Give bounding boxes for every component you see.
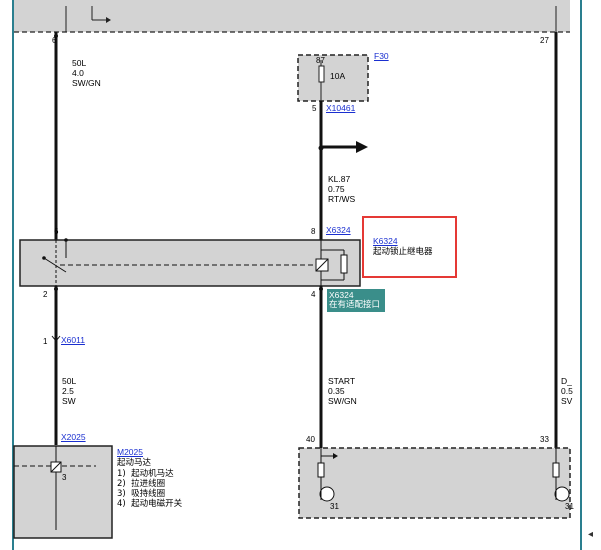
pin-bottom-center: 40 bbox=[306, 435, 315, 444]
connector-x6011-link[interactable]: X6011 bbox=[61, 335, 85, 345]
wire-right-lower-size: 0.35 bbox=[328, 386, 345, 396]
pin-top-right: 27 bbox=[540, 36, 549, 45]
connector-x6011-pin: 1 bbox=[43, 337, 48, 346]
wire-right-upper-code: KL.87 bbox=[328, 174, 351, 184]
branch-arrowhead bbox=[356, 141, 368, 153]
starter-part-2: 2) 拉进线圈 bbox=[117, 479, 166, 489]
ground-right-symbol bbox=[554, 486, 570, 502]
connector-x6324-bottom-highlight[interactable]: X6324 在有适配接口 bbox=[327, 289, 385, 312]
wire-right-upper-size: 0.75 bbox=[328, 184, 345, 194]
starter-name: 起动马达 bbox=[117, 458, 152, 468]
relay-resistor bbox=[340, 254, 348, 274]
wire-right-upper-color: RT/WS bbox=[328, 194, 356, 204]
wire-left-lower-code: 50L bbox=[62, 376, 77, 386]
relay-pin-bottom-left: 2 bbox=[43, 290, 48, 299]
starter-id-link[interactable]: M2025 bbox=[117, 447, 143, 457]
wire-left-upper-code: 50L bbox=[72, 58, 87, 68]
relay-box bbox=[19, 239, 361, 287]
pin-top-left: 6 bbox=[52, 36, 57, 45]
connector-x6324-top-pin: 8 bbox=[311, 227, 316, 236]
connector-x2025-link[interactable]: X2025 bbox=[61, 432, 86, 442]
wire-far-right-code: D_ bbox=[561, 376, 572, 386]
pin-bottom-right: 33 bbox=[540, 435, 549, 444]
starter-box bbox=[13, 445, 113, 539]
bottom-module-resistor-right bbox=[552, 462, 560, 478]
wire-left-lower-size: 2.5 bbox=[62, 386, 74, 396]
relay-id-link[interactable]: K6324 bbox=[373, 236, 398, 246]
connector-x6324-bottom-note: 在有适配接口 bbox=[329, 300, 381, 310]
starter-part-4: 4) 起动电磁开关 bbox=[117, 499, 183, 509]
wire-left-upper-color: SW/GN bbox=[72, 78, 101, 88]
wire-left-upper-size: 4.0 bbox=[72, 68, 84, 78]
ground-left-label: 31 bbox=[330, 502, 339, 511]
scroll-left-arrow[interactable]: ◂ bbox=[588, 528, 600, 542]
ground-right-label: 31 bbox=[565, 502, 574, 511]
fuse-id-link[interactable]: F30 bbox=[374, 51, 389, 61]
right-frame-border bbox=[580, 0, 601, 550]
connector-x10461-pin: 5 bbox=[312, 104, 317, 113]
wire-right-lower-color: SW/GN bbox=[328, 396, 357, 406]
fuse-rating: 10A bbox=[330, 71, 346, 81]
bottom-module bbox=[298, 447, 571, 519]
starter-pin: 3 bbox=[62, 473, 67, 482]
starter-part-1: 1) 起动机马达 bbox=[117, 469, 174, 479]
ground-left-symbol bbox=[319, 486, 335, 502]
wire-far-right-color: SV bbox=[561, 396, 573, 406]
connector-x6324-bottom-id: X6324 bbox=[329, 290, 354, 300]
wire-right-lower-code: START bbox=[328, 376, 356, 386]
wire-left-lower-color: SW bbox=[62, 396, 76, 406]
pin-dot bbox=[54, 287, 58, 291]
fuse-pin-top: 87 bbox=[316, 56, 325, 65]
relay-pin-left: 6 bbox=[54, 227, 59, 236]
relay-name: 起动锁止继电器 bbox=[373, 247, 433, 257]
wire-far-right-size: 0.5 bbox=[561, 386, 573, 396]
bottom-module-resistor bbox=[317, 462, 325, 478]
fuse-symbol bbox=[318, 65, 325, 83]
starter-part-3: 3) 吸持线圈 bbox=[117, 489, 166, 499]
connector-x6324-bottom-pin: 4 bbox=[311, 290, 316, 299]
pin-dot bbox=[319, 287, 323, 291]
connector-x6324-top-link[interactable]: X6324 bbox=[326, 225, 351, 235]
top-module-body bbox=[14, 0, 570, 32]
connector-x10461-link[interactable]: X10461 bbox=[326, 103, 355, 113]
